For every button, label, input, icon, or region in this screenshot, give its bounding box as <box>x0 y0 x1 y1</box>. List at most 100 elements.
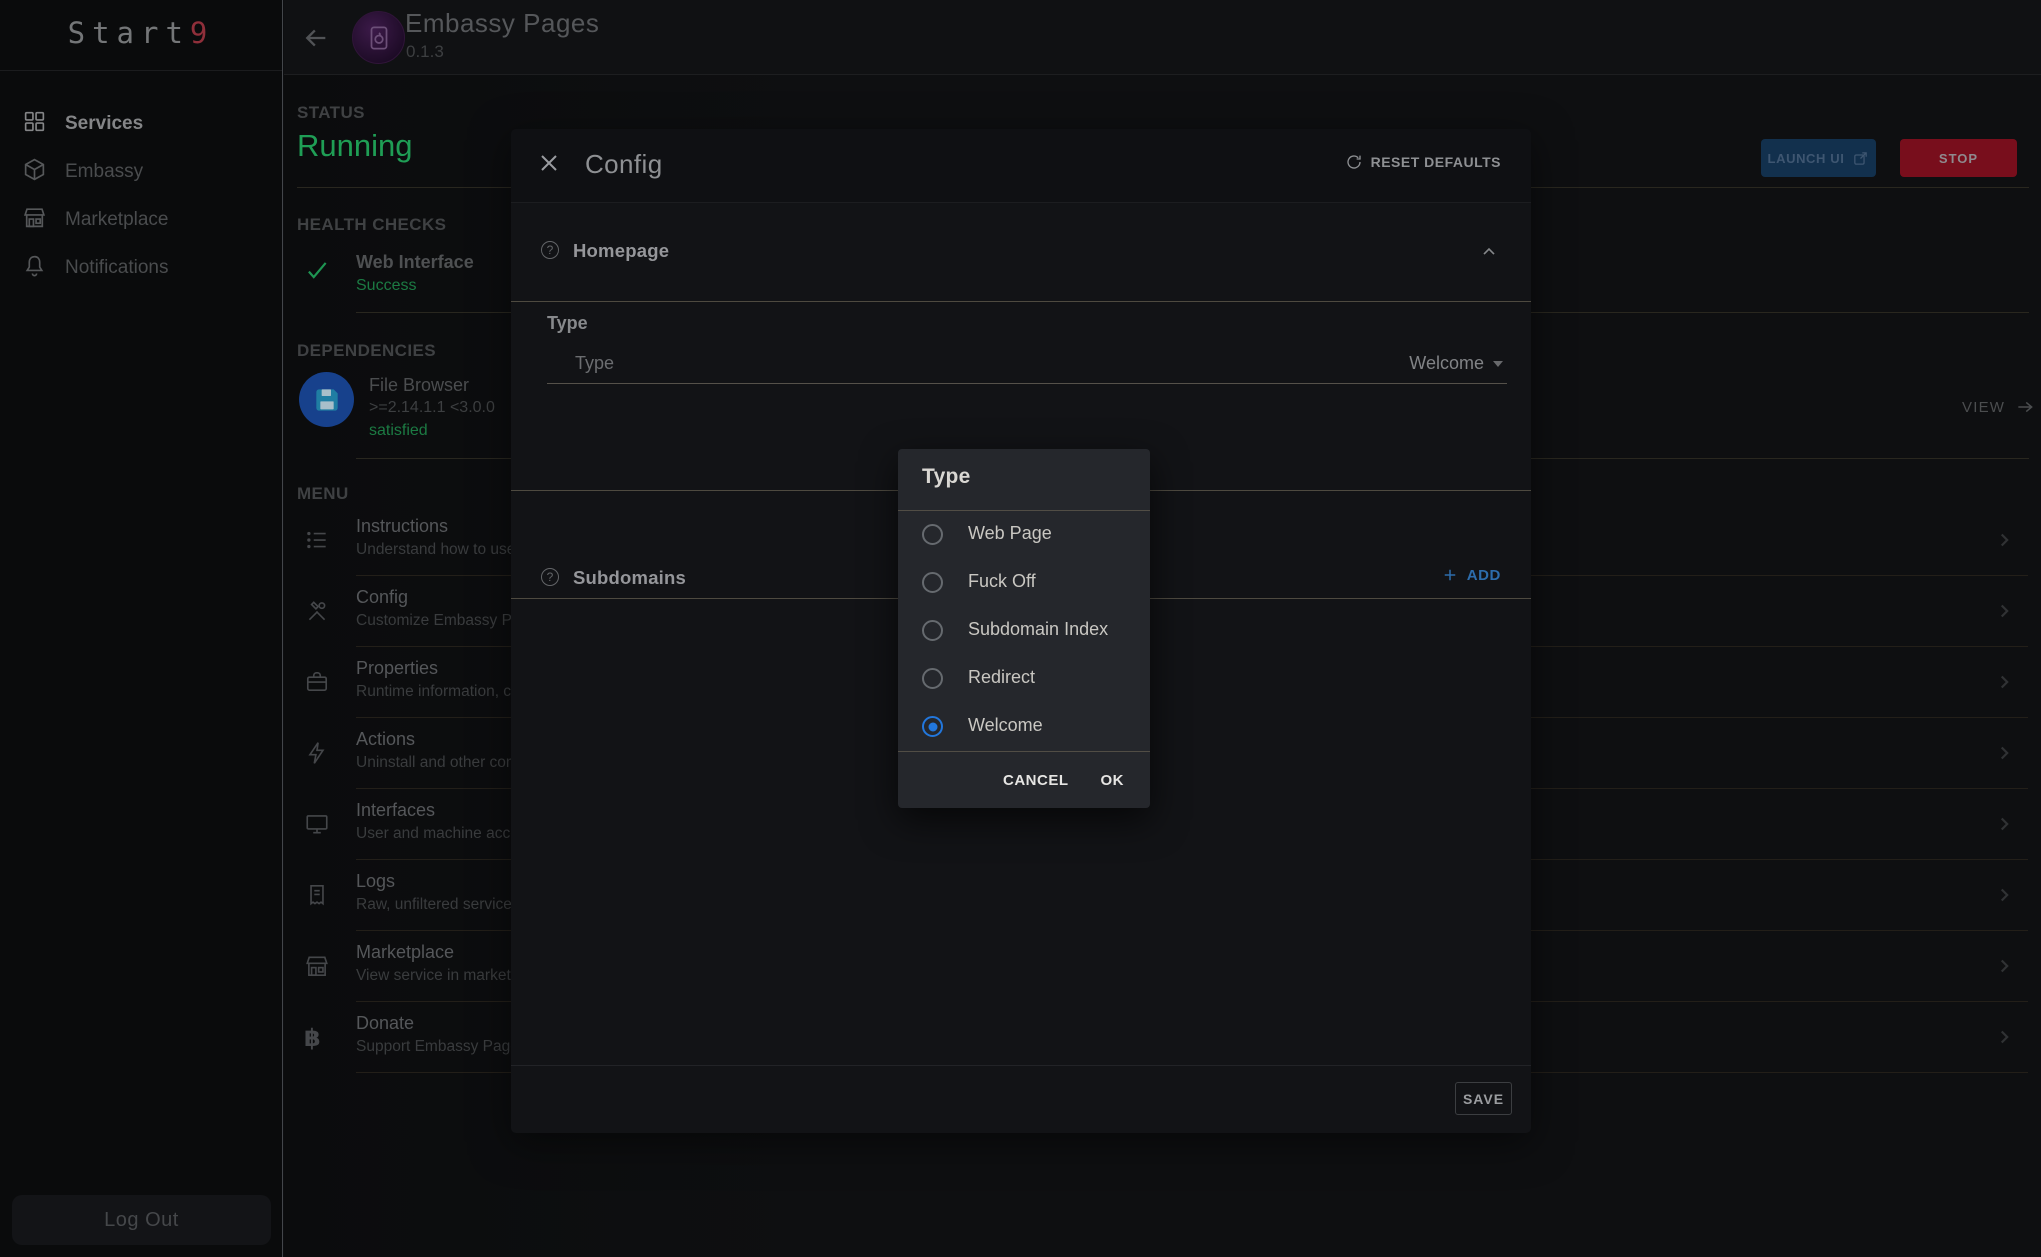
radio-option-label: Welcome <box>968 715 1043 736</box>
logo-accent: 9 <box>190 16 214 50</box>
cube-icon <box>22 157 47 187</box>
grid-icon <box>22 109 47 139</box>
chevron-right-icon <box>1993 1026 2015 1053</box>
add-label: ADD <box>1467 567 1501 584</box>
type-field-select[interactable]: Welcome <box>1409 353 1503 374</box>
menu-item-title: Config <box>356 587 408 608</box>
add-subdomain-button[interactable]: ADD <box>1441 566 1501 584</box>
dialog-buttons: CANCEL OK <box>898 752 1150 808</box>
chevron-right-icon <box>1993 955 2015 982</box>
screen: Start9 Services Embassy Marketplace Noti… <box>0 0 2041 1257</box>
storefront-icon <box>22 205 47 235</box>
chevron-right-icon <box>1993 884 2015 911</box>
menu-item-title: Properties <box>356 658 438 679</box>
launch-ui-label: LAUNCH UI <box>1768 151 1845 166</box>
logout-button[interactable]: Log Out <box>12 1195 271 1245</box>
save-button[interactable]: SAVE <box>1455 1082 1512 1115</box>
embassy-pages-app-icon <box>352 11 405 64</box>
radio-group: Web Page Fuck Off Subdomain Index Redire… <box>898 511 1150 751</box>
radio-option-label: Web Page <box>968 523 1052 544</box>
status-value: Running <box>297 128 412 164</box>
ok-button[interactable]: OK <box>1101 772 1125 789</box>
reset-defaults-button[interactable]: RESET DEFAULTS <box>1345 153 1501 171</box>
status-heading: STATUS <box>297 103 365 123</box>
lightning-icon <box>304 740 330 771</box>
section-title: Subdomains <box>573 567 686 589</box>
radio-icon[interactable] <box>922 668 943 689</box>
help-icon[interactable]: ? <box>541 568 559 586</box>
radio-icon[interactable] <box>922 572 943 593</box>
radio-icon[interactable] <box>922 524 943 545</box>
briefcase-icon <box>304 669 330 700</box>
type-field-value: Welcome <box>1409 353 1484 374</box>
stop-button[interactable]: STOP <box>1900 139 2017 177</box>
launch-ui-button[interactable]: LAUNCH UI <box>1761 139 1876 177</box>
radio-option-fuck-off[interactable]: Fuck Off <box>898 559 1150 607</box>
radio-option-label: Fuck Off <box>968 571 1036 592</box>
tools-icon <box>304 598 330 629</box>
sidebar-item-embassy[interactable]: Embassy <box>0 148 282 196</box>
page-title: Embassy Pages <box>405 8 599 39</box>
chevron-right-icon <box>1993 529 2015 556</box>
receipt-icon <box>304 882 330 913</box>
radio-icon[interactable] <box>922 716 943 737</box>
homepage-section-header[interactable]: ? Homepage <box>511 231 1531 271</box>
chevron-right-icon <box>1993 813 2015 840</box>
health-check-name: Web Interface <box>356 252 474 273</box>
sidebar-nav: Services Embassy Marketplace Notificatio… <box>0 100 282 292</box>
menu-item-title: Instructions <box>356 516 448 537</box>
close-icon[interactable] <box>537 151 567 181</box>
arrow-right-icon <box>2015 397 2035 417</box>
radio-option-welcome[interactable]: Welcome <box>898 703 1150 751</box>
health-check-result: Success <box>356 277 416 295</box>
menu-item-title: Marketplace <box>356 942 454 963</box>
sidebar-item-notifications[interactable]: Notifications <box>0 244 282 292</box>
external-link-icon <box>1852 150 1869 167</box>
sidebar-item-services[interactable]: Services <box>0 100 282 148</box>
health-checks-heading: HEALTH CHECKS <box>297 215 446 235</box>
checkmark-icon <box>304 257 330 288</box>
dependencies-heading: DEPENDENCIES <box>297 341 436 361</box>
file-browser-icon <box>299 372 354 427</box>
reset-defaults-label: RESET DEFAULTS <box>1371 154 1501 170</box>
menu-item-title: Logs <box>356 871 395 892</box>
chevron-up-icon[interactable] <box>1479 242 1499 267</box>
config-modal-title: Config <box>585 149 663 180</box>
help-icon[interactable]: ? <box>541 241 559 259</box>
sidebar-divider <box>0 70 282 71</box>
refresh-icon <box>1345 153 1363 171</box>
type-dialog: Type Web Page Fuck Off Subdomain Index R… <box>898 449 1150 808</box>
back-button[interactable] <box>302 24 330 52</box>
app-version: 0.1.3 <box>406 42 444 62</box>
view-dependency-link[interactable]: VIEW <box>1962 397 2035 417</box>
logo-text: Start <box>68 16 190 50</box>
dependency-version: >=2.14.1.1 <3.0.0 <box>369 399 495 417</box>
cancel-button[interactable]: CANCEL <box>1003 772 1069 789</box>
chevron-right-icon <box>1993 671 2015 698</box>
start9-logo: Start9 <box>0 16 282 50</box>
radio-option-subdomain-index[interactable]: Subdomain Index <box>898 607 1150 655</box>
storefront-icon <box>304 953 330 984</box>
radio-option-label: Redirect <box>968 667 1035 688</box>
menu-item-title: Donate <box>356 1013 414 1034</box>
menu-item-title: Actions <box>356 729 415 750</box>
radio-option-redirect[interactable]: Redirect <box>898 655 1150 703</box>
view-label: VIEW <box>1962 399 2005 416</box>
sidebar-item-label: Services <box>65 113 143 135</box>
sidebar-item-marketplace[interactable]: Marketplace <box>0 196 282 244</box>
monitor-icon <box>304 811 330 842</box>
dependency-status: satisfied <box>369 422 428 440</box>
sidebar-item-label: Notifications <box>65 257 169 279</box>
sidebar-item-label: Marketplace <box>65 209 169 231</box>
chevron-right-icon <box>1993 742 2015 769</box>
list-icon <box>304 527 330 558</box>
radio-icon[interactable] <box>922 620 943 641</box>
divider <box>511 301 1531 302</box>
app-toolbar: Embassy Pages 0.1.3 <box>284 0 2041 75</box>
section-title: Homepage <box>573 240 669 262</box>
sidebar-item-label: Embassy <box>65 161 143 183</box>
caret-down-icon <box>1493 361 1503 367</box>
radio-option-web-page[interactable]: Web Page <box>898 511 1150 559</box>
bell-icon <box>22 253 47 283</box>
menu-item-subtitle: Support Embassy Pages <box>356 1038 527 1056</box>
